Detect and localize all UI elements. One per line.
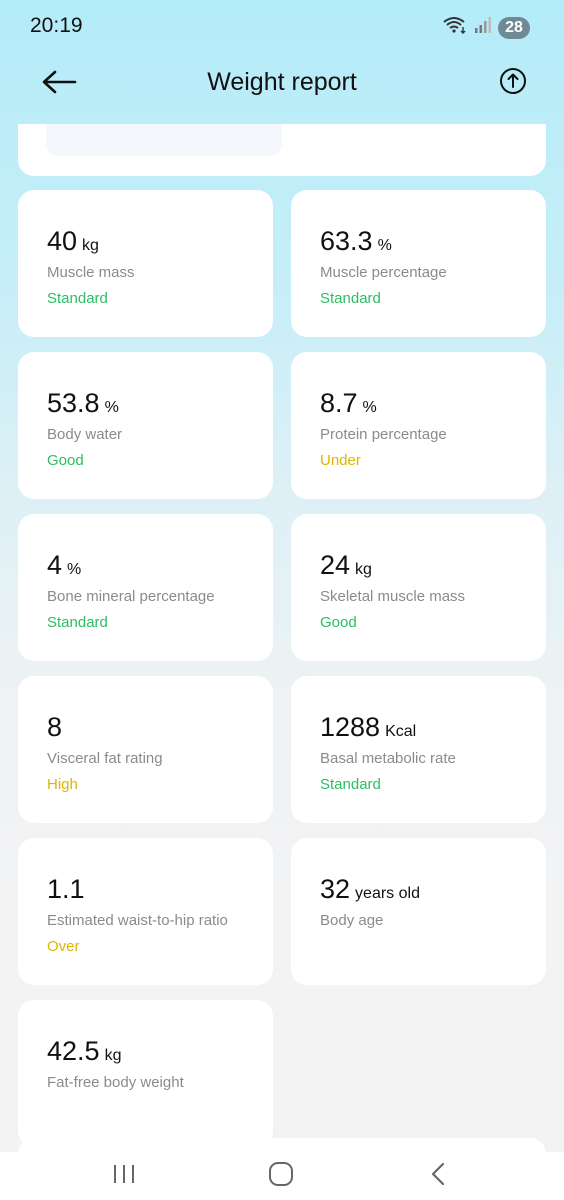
- status-icons: 28: [442, 15, 530, 40]
- metric-unit: kg: [355, 561, 372, 578]
- app-header: Weight report: [0, 54, 564, 124]
- metric-status: Standard: [320, 290, 381, 307]
- metric-label: Body water: [47, 426, 123, 443]
- recents-button[interactable]: [108, 1160, 140, 1192]
- metric-value: 42.5: [47, 1036, 100, 1066]
- metric-value: 53.8: [47, 388, 100, 418]
- report-content[interactable]: 40 kg Muscle mass Standard 63.3% Muscle perce…: [0, 124, 564, 1152]
- metric-unit: kg: [82, 237, 99, 254]
- metric-label: Protein percentage: [320, 426, 447, 443]
- metric-card[interactable]: 1.1 Estimated waist-to-hip ratio Over: [18, 838, 273, 985]
- metric-status: Under: [320, 452, 361, 469]
- home-icon: [268, 1161, 294, 1192]
- share-icon: [499, 67, 527, 100]
- home-button[interactable]: [266, 1160, 296, 1192]
- metric-value: 1.1: [47, 874, 85, 904]
- metric-card[interactable]: 1288 Kcal Basal metabolic rate Standard: [291, 676, 546, 823]
- metric-unit: %: [362, 399, 377, 416]
- metric-label: Fat-free body weight: [47, 1074, 184, 1091]
- metric-card[interactable]: 42.5 kg Fat-free body weight: [18, 1000, 273, 1147]
- metric-value-row: 53.8%: [47, 388, 119, 419]
- system-nav-bar: [0, 1152, 564, 1200]
- metric-value-row: 4%: [47, 550, 81, 581]
- metric-status: Good: [47, 452, 84, 469]
- metric-card[interactable]: 40 kg Muscle mass Standard: [18, 190, 273, 337]
- status-bar: 20:19 28: [0, 0, 564, 54]
- metric-value-row: 32 years old: [320, 874, 420, 905]
- metric-value: 63.3: [320, 226, 373, 256]
- metric-value-row: 8: [47, 712, 67, 743]
- metric-value-row: 8.7%: [320, 388, 377, 419]
- metric-unit: kg: [104, 1047, 122, 1064]
- metric-card[interactable]: 8 Visceral fat rating High: [18, 676, 273, 823]
- metric-status: Good: [320, 614, 357, 631]
- metric-card[interactable]: 32 years old Body age: [291, 838, 546, 985]
- signal-icon: [474, 16, 492, 39]
- metric-value-row: 40 kg: [47, 226, 99, 257]
- metric-value-row: 1.1: [47, 874, 90, 905]
- metric-status: Standard: [47, 290, 108, 307]
- recents-icon: [111, 1162, 137, 1191]
- metric-status: High: [47, 776, 78, 793]
- metric-label: Estimated waist-to-hip ratio: [47, 912, 228, 929]
- metric-status: Standard: [47, 614, 108, 631]
- metric-card[interactable]: 53.8% Body water Good: [18, 352, 273, 499]
- metric-card[interactable]: 24 kg Skeletal muscle mass Good: [291, 514, 546, 661]
- nav-back-button[interactable]: [426, 1160, 450, 1192]
- metric-value: 32: [320, 874, 351, 904]
- metric-card[interactable]: 63.3% Muscle percentage Standard: [291, 190, 546, 337]
- status-time: 20:19: [30, 14, 83, 37]
- metric-value: 8.7: [320, 388, 358, 418]
- metric-label: Basal metabolic rate: [320, 750, 456, 767]
- metric-label: Muscle mass: [47, 264, 135, 281]
- metric-unit: %: [104, 399, 119, 416]
- metric-value: 1288: [320, 712, 381, 742]
- metric-card[interactable]: 4% Bone mineral percentage Standard: [18, 514, 273, 661]
- metric-label: Visceral fat rating: [47, 750, 163, 767]
- metric-unit: %: [377, 237, 392, 254]
- metric-value-row: 24 kg: [320, 550, 372, 581]
- metric-unit: %: [67, 561, 82, 578]
- body-figure-panel: [46, 124, 282, 156]
- metric-value-row: 1288 Kcal: [320, 712, 416, 743]
- metric-value: 24: [320, 550, 351, 580]
- metric-card[interactable]: 8.7% Protein percentage Under: [291, 352, 546, 499]
- metric-unit: Kcal: [385, 723, 417, 740]
- metric-value: 8: [47, 712, 63, 742]
- metric-value: 4: [47, 550, 63, 580]
- battery-indicator: 28: [498, 16, 530, 39]
- metric-value-row: 63.3%: [320, 226, 392, 257]
- share-button[interactable]: [498, 67, 528, 100]
- metric-label: Muscle percentage: [320, 264, 447, 281]
- wifi-icon: [442, 15, 468, 40]
- metric-value-row: 42.5 kg: [47, 1036, 121, 1067]
- page-title: Weight report: [207, 68, 357, 96]
- metric-status: Over: [47, 938, 80, 955]
- metric-value: 40: [47, 226, 78, 256]
- next-card: [18, 1138, 546, 1152]
- nav-back-icon: [429, 1161, 447, 1192]
- metric-label: Body age: [320, 912, 384, 929]
- body-figure-card: [18, 124, 546, 176]
- metric-label: Skeletal muscle mass: [320, 588, 466, 605]
- metric-status: Standard: [320, 776, 381, 793]
- metric-unit: years old: [355, 885, 420, 902]
- metric-label: Bone mineral percentage: [47, 588, 215, 605]
